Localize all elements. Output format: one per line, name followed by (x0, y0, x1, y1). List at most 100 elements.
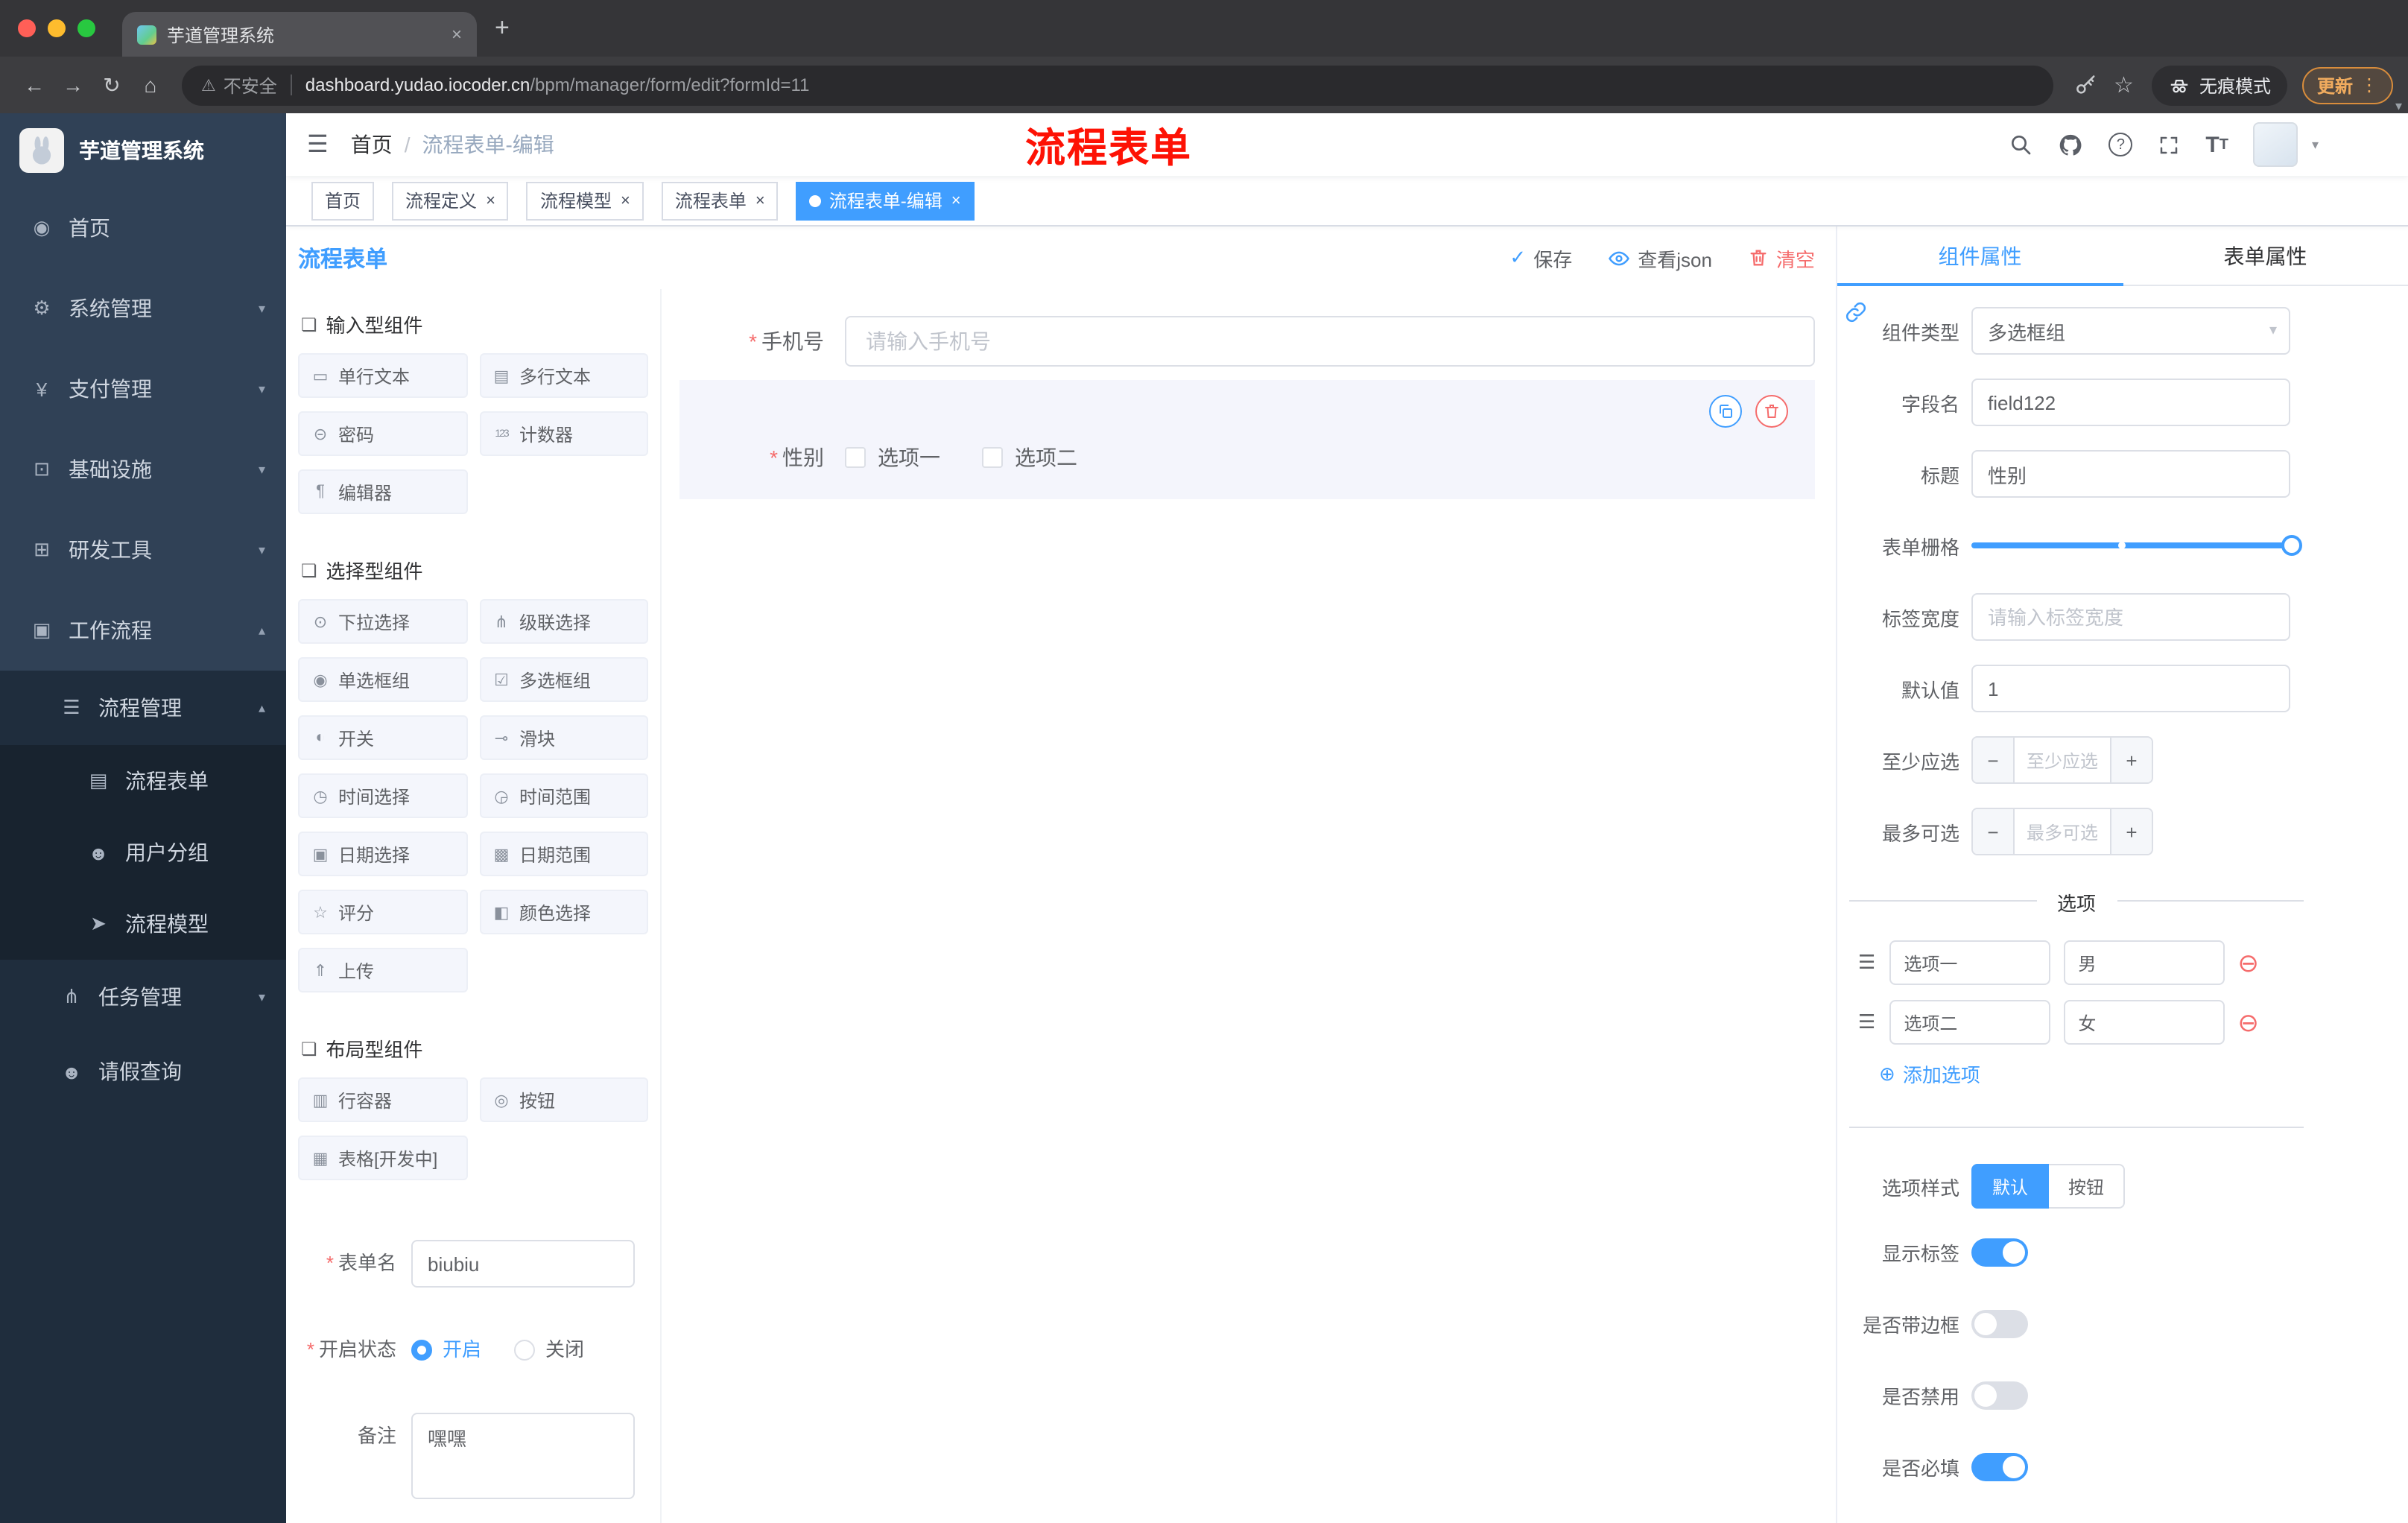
sidebar-item-home[interactable]: ◉ 首页 (0, 188, 286, 268)
fullscreen-icon[interactable] (2158, 133, 2180, 156)
palette-item-upload[interactable]: ⇑ 上传 (298, 948, 467, 992)
tag-process-model[interactable]: 流程模型 × (526, 181, 644, 220)
tag-process-definition[interactable]: 流程定义 × (392, 181, 509, 220)
view-json-button[interactable]: 查看json (1608, 244, 1712, 272)
sidebar-logo[interactable]: 芋道管理系统 (0, 113, 286, 188)
palette-item-color[interactable]: ◧ 颜色选择 (479, 890, 648, 934)
palette-item-table[interactable]: ▦ 表格[开发中] (298, 1136, 467, 1180)
field-name-input[interactable] (1971, 379, 2290, 426)
hamburger-icon[interactable]: ☰ (307, 130, 329, 159)
avatar-caret-icon[interactable]: ▾ (2312, 136, 2319, 153)
remove-option-icon[interactable]: ⊖ (2237, 1010, 2259, 1035)
browser-menu-icon[interactable]: ⋮ (2360, 75, 2378, 95)
option-2-value-input[interactable] (2063, 1000, 2225, 1045)
tag-process-form-edit[interactable]: 流程表单-编辑 × (796, 181, 975, 220)
gender-field-row-selected[interactable]: * 性别 选项一 选项二 (679, 380, 1815, 499)
browser-tab[interactable]: 芋道管理系统 × (122, 12, 477, 57)
bookmark-star-icon[interactable]: ☆ (2114, 72, 2134, 98)
palette-item-time-range[interactable]: ◶ 时间范围 (479, 773, 648, 818)
remove-option-icon[interactable]: ⊖ (2237, 950, 2259, 975)
address-bar[interactable]: ⚠ 不安全 dashboard.yudao.iocoder.cn/bpm/man… (182, 65, 2053, 105)
checkbox-box[interactable] (845, 447, 866, 468)
tab-close-icon[interactable]: × (452, 24, 462, 45)
option-1-value-input[interactable] (2063, 940, 2225, 985)
component-type-select[interactable]: ▾ (1971, 307, 2290, 355)
reload-icon[interactable]: ↻ (92, 72, 131, 98)
window-minimize-button[interactable] (48, 19, 66, 37)
palette-item-slider[interactable]: ⊸ 滑块 (479, 715, 648, 760)
form-remark-textarea[interactable]: 嘿嘿 (411, 1413, 635, 1499)
option-2-name-input[interactable] (1889, 1000, 2050, 1045)
sidebar-item-process-model[interactable]: ➤ 流程模型 (0, 888, 286, 960)
gender-option-2-checkbox[interactable]: 选项二 (982, 443, 1077, 472)
palette-item-cascader[interactable]: ⋔ 级联选择 (479, 599, 648, 644)
sidebar-item-process-mgmt[interactable]: ☰ 流程管理 ▴ (0, 671, 286, 745)
tag-home[interactable]: 首页 (311, 181, 375, 220)
palette-item-date[interactable]: ▣ 日期选择 (298, 832, 467, 876)
github-icon[interactable] (2058, 132, 2083, 157)
minus-button[interactable]: − (1973, 738, 2015, 782)
component-type-value[interactable] (1971, 307, 2290, 355)
tag-close-icon[interactable]: × (951, 191, 961, 209)
tag-close-icon[interactable]: × (621, 191, 630, 209)
tab-form-props[interactable]: 表单属性 (2123, 227, 2408, 285)
sidebar-item-leave-query[interactable]: ☻ 请假查询 (0, 1034, 286, 1109)
palette-item-password[interactable]: ⊝ 密码 (298, 411, 467, 456)
option-1-name-input[interactable] (1889, 940, 2050, 985)
palette-item-single-text[interactable]: ▭ 单行文本 (298, 353, 467, 398)
palette-item-editor[interactable]: ¶ 编辑器 (298, 469, 467, 514)
title-input[interactable] (1971, 450, 2290, 498)
border-toggle[interactable] (1971, 1310, 2028, 1338)
browser-update-button[interactable]: 更新 ⋮ (2301, 66, 2393, 104)
tag-close-icon[interactable]: × (486, 191, 495, 209)
gender-option-1-checkbox[interactable]: 选项一 (845, 443, 940, 472)
copy-component-icon[interactable] (1709, 395, 1742, 428)
breadcrumb-home[interactable]: 首页 (351, 130, 393, 159)
window-zoom-button[interactable] (77, 19, 95, 37)
minus-button[interactable]: − (1973, 809, 2015, 854)
max-select-placeholder[interactable]: 最多可选 (2015, 809, 2110, 854)
delete-component-icon[interactable] (1755, 395, 1788, 428)
checkbox-box[interactable] (982, 447, 1003, 468)
toolbar-caret-icon[interactable]: ▾ (2395, 98, 2402, 115)
sidebar-item-payment[interactable]: ¥ 支付管理 ▾ (0, 349, 286, 429)
sidebar-item-system[interactable]: ⚙ 系统管理 ▾ (0, 268, 286, 349)
help-icon[interactable]: ? (2108, 133, 2133, 156)
back-icon[interactable]: ← (15, 73, 54, 97)
status-on-radio[interactable]: 开启 (411, 1326, 481, 1374)
status-off-radio[interactable]: 关闭 (514, 1326, 584, 1374)
user-avatar[interactable] (2253, 122, 2298, 167)
palette-item-checkbox-group[interactable]: ☑ 多选框组 (479, 657, 648, 702)
drag-handle-icon[interactable]: ☰ (1858, 951, 1875, 975)
link-icon[interactable] (1845, 301, 1867, 328)
font-size-icon[interactable]: TT (2205, 132, 2228, 157)
save-button[interactable]: ✓ 保存 (1509, 244, 1572, 272)
sidebar-item-infra[interactable]: ⊡ 基础设施 ▾ (0, 429, 286, 510)
sidebar-item-user-group[interactable]: ☻ 用户分组 (0, 817, 286, 888)
tab-component-props[interactable]: 组件属性 (1837, 227, 2123, 286)
plus-button[interactable]: + (2110, 738, 2152, 782)
password-key-icon[interactable] (2073, 74, 2096, 96)
show-label-toggle[interactable] (1971, 1238, 2028, 1267)
palette-item-select[interactable]: ⊙ 下拉选择 (298, 599, 467, 644)
palette-item-textarea[interactable]: ▤ 多行文本 (479, 353, 648, 398)
style-default-button[interactable]: 默认 (1971, 1164, 2050, 1209)
palette-item-rate[interactable]: ☆ 评分 (298, 890, 467, 934)
min-select-placeholder[interactable]: 至少应选 (2015, 738, 2110, 782)
drag-handle-icon[interactable]: ☰ (1858, 1010, 1875, 1034)
phone-input[interactable] (845, 316, 1815, 367)
palette-item-counter[interactable]: 123 计数器 (479, 411, 648, 456)
sidebar-item-task-mgmt[interactable]: ⋔ 任务管理 ▾ (0, 960, 286, 1034)
forward-icon[interactable]: → (54, 73, 92, 97)
palette-item-radio-group[interactable]: ◉ 单选框组 (298, 657, 467, 702)
grid-slider[interactable] (1971, 522, 2302, 569)
palette-item-switch[interactable]: ◐ 开关 (298, 715, 467, 760)
form-name-input[interactable] (411, 1240, 635, 1288)
tag-process-form[interactable]: 流程表单 × (661, 181, 779, 220)
add-option-button[interactable]: ⊕ 添加选项 (1879, 1060, 2408, 1088)
security-label[interactable]: 不安全 (224, 72, 277, 98)
browser-home-icon[interactable]: ⌂ (131, 73, 170, 97)
palette-item-time[interactable]: ◷ 时间选择 (298, 773, 467, 818)
required-toggle[interactable] (1971, 1453, 2028, 1481)
default-value-input[interactable] (1971, 665, 2290, 712)
